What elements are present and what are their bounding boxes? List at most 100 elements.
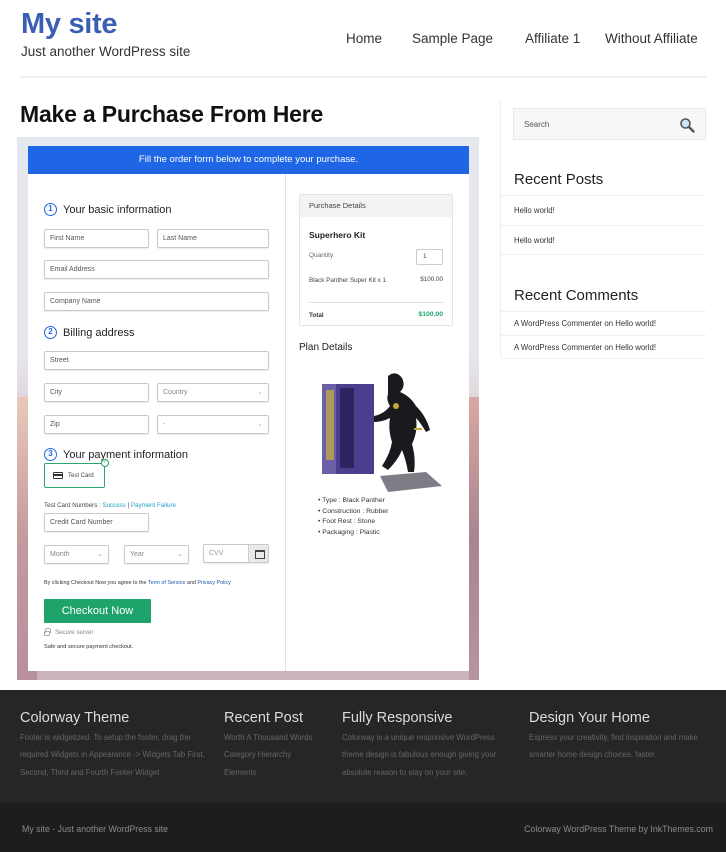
- recent-posts-title: Recent Posts: [514, 171, 604, 188]
- main-nav: Home Sample Page Affiliate 1 Without Aff…: [0, 31, 726, 49]
- agree-and: and: [185, 580, 198, 586]
- step-number-1: 1: [44, 203, 57, 216]
- footer-bottom-bar: My site - Just another WordPress site Co…: [0, 803, 726, 852]
- column-divider: [285, 174, 286, 671]
- search-input[interactable]: Search: [513, 108, 706, 140]
- card-cvv-icon: [248, 545, 268, 562]
- order-form-background: Fill the order form below to complete yo…: [17, 137, 479, 680]
- month-select-value: Month: [50, 551, 70, 558]
- chevron-down-icon: ⌄: [257, 389, 263, 396]
- street-input[interactable]: Street: [44, 351, 269, 370]
- comment-on: on: [602, 343, 616, 352]
- state-select[interactable]: - ⌄: [157, 415, 269, 434]
- last-name-input[interactable]: Last Name: [157, 229, 269, 248]
- first-name-input[interactable]: First Name: [44, 229, 149, 248]
- company-input[interactable]: Company Name: [44, 292, 269, 311]
- cvv-input[interactable]: CVV: [203, 544, 269, 563]
- test-success-link[interactable]: Success: [102, 502, 125, 509]
- comment-on: on: [602, 319, 616, 328]
- footer-col-recent-post: Recent Post Worth A Thousand Words Categ…: [224, 710, 334, 781]
- chevron-down-icon: ⌄: [97, 551, 103, 558]
- terms-of-service-link[interactable]: Term of Service: [148, 580, 185, 586]
- card-number-input[interactable]: Credit Card Number: [44, 513, 149, 532]
- recent-comment: A WordPress Commenter on Hello world!: [501, 335, 706, 359]
- checkout-now-button[interactable]: Checkout Now: [44, 599, 151, 623]
- feature-item: Packaging : Plastic: [318, 528, 388, 539]
- test-card-numbers: Test Card Numbers : Success | Payment Fa…: [44, 502, 176, 509]
- order-form: Fill the order form below to complete yo…: [28, 146, 469, 671]
- nav-without-affiliate[interactable]: Without Affiliate: [605, 31, 698, 46]
- step-label: Your basic information: [63, 203, 172, 216]
- recent-post-link[interactable]: Hello world!: [501, 195, 706, 225]
- quantity-input[interactable]: 1: [416, 249, 443, 265]
- header-divider: [20, 76, 706, 78]
- footer-col-title: Design Your Home: [529, 710, 650, 726]
- check-icon: ✓: [101, 459, 109, 467]
- country-select[interactable]: Country ⌄: [157, 383, 269, 402]
- year-select[interactable]: Year ⌄: [124, 545, 189, 564]
- step-number-3: 3: [44, 448, 57, 461]
- secure-server-label: Secure server: [55, 629, 94, 636]
- purchase-details: Purchase Details Superhero Kit Quantity …: [299, 194, 453, 326]
- footer-theme-credit[interactable]: Colorway WordPress Theme by InkThemes.co…: [524, 824, 713, 834]
- footer-col-title: Fully Responsive: [342, 710, 453, 726]
- comment-author-link[interactable]: A WordPress Commenter: [514, 319, 602, 328]
- step-basic-info: 1 Your basic information: [44, 203, 171, 216]
- feature-item: Construction : Rubber: [318, 507, 388, 518]
- chevron-down-icon: ⌄: [177, 551, 183, 558]
- city-input[interactable]: City: [44, 383, 149, 402]
- cvv-placeholder: CVV: [209, 550, 224, 557]
- form-banner: Fill the order form below to complete yo…: [28, 146, 469, 174]
- payment-method-test-card[interactable]: Test Card ✓: [44, 459, 109, 488]
- year-select-value: Year: [130, 551, 145, 558]
- product-image: [322, 373, 442, 492]
- quantity-label: Quantity: [309, 252, 334, 259]
- line-item-name: Black Panther Super Kit x 1: [309, 277, 387, 284]
- product-name: Superhero Kit: [309, 230, 366, 240]
- footer-col-text: Footer is widgetized. To setup the foote…: [20, 733, 205, 777]
- nav-home[interactable]: Home: [346, 31, 382, 46]
- product-base: [380, 472, 442, 492]
- safe-checkout-text: Safe and secure payment checkout.: [44, 644, 134, 650]
- zip-input[interactable]: Zip: [44, 415, 149, 434]
- footer-col-text: Express your creativity, find inspiratio…: [529, 733, 698, 760]
- footer-col-design-home: Design Your Home Express your creativity…: [529, 710, 721, 764]
- agree-text: By clicking Checkout Now you agree to th…: [44, 580, 148, 586]
- footer-col-colorway: Colorway Theme Footer is widgetized. To …: [20, 710, 215, 781]
- step-payment-info: 3 Your payment information: [44, 448, 188, 461]
- footer-col-title: Colorway Theme: [20, 710, 130, 726]
- test-card-numbers-label: Test Card Numbers :: [44, 502, 103, 509]
- terms-agreement: By clicking Checkout Now you agree to th…: [44, 580, 231, 586]
- footer-post-link[interactable]: Worth A Thousand Words: [224, 733, 312, 742]
- step-label: Billing address: [63, 326, 135, 339]
- feature-item: Foot Rest : Stone: [318, 517, 388, 528]
- comment-post-link[interactable]: Hello world!: [615, 343, 656, 352]
- test-failure-link[interactable]: Payment Failure: [131, 502, 176, 509]
- footer-site-credit[interactable]: My site - Just another WordPress site: [22, 824, 168, 834]
- feature-item: Type : Black Panther: [318, 496, 388, 507]
- plan-details-heading: Plan Details: [299, 342, 353, 353]
- month-select[interactable]: Month ⌄: [44, 545, 109, 564]
- total-label: Total: [309, 312, 324, 319]
- total-value: $100.00: [418, 311, 443, 318]
- comment-post-link[interactable]: Hello world!: [615, 319, 656, 328]
- payment-method-label: Test Card: [68, 472, 94, 479]
- page-title: Make a Purchase From Here: [20, 101, 324, 127]
- privacy-policy-link[interactable]: Privacy Policy: [197, 580, 231, 586]
- email-input[interactable]: Email Address: [44, 260, 269, 279]
- chevron-down-icon: ⌄: [257, 421, 263, 428]
- footer-post-link[interactable]: Elements: [224, 768, 257, 777]
- recent-post-link[interactable]: Hello world!: [501, 225, 706, 255]
- secure-server: Secure server: [44, 628, 94, 636]
- search-icon[interactable]: [679, 117, 695, 133]
- footer-post-link[interactable]: Category Hierarchy: [224, 750, 291, 759]
- comment-author-link[interactable]: A WordPress Commenter: [514, 343, 602, 352]
- recent-comment: A WordPress Commenter on Hello world!: [501, 311, 706, 335]
- purchase-divider: [309, 302, 444, 303]
- nav-sample-page[interactable]: Sample Page: [412, 31, 493, 46]
- step-label: Your payment information: [63, 448, 188, 461]
- product-figure: [374, 373, 430, 472]
- nav-affiliate-1[interactable]: Affiliate 1: [525, 31, 580, 46]
- search-placeholder: Search: [524, 120, 550, 129]
- recent-comments-title: Recent Comments: [514, 287, 639, 304]
